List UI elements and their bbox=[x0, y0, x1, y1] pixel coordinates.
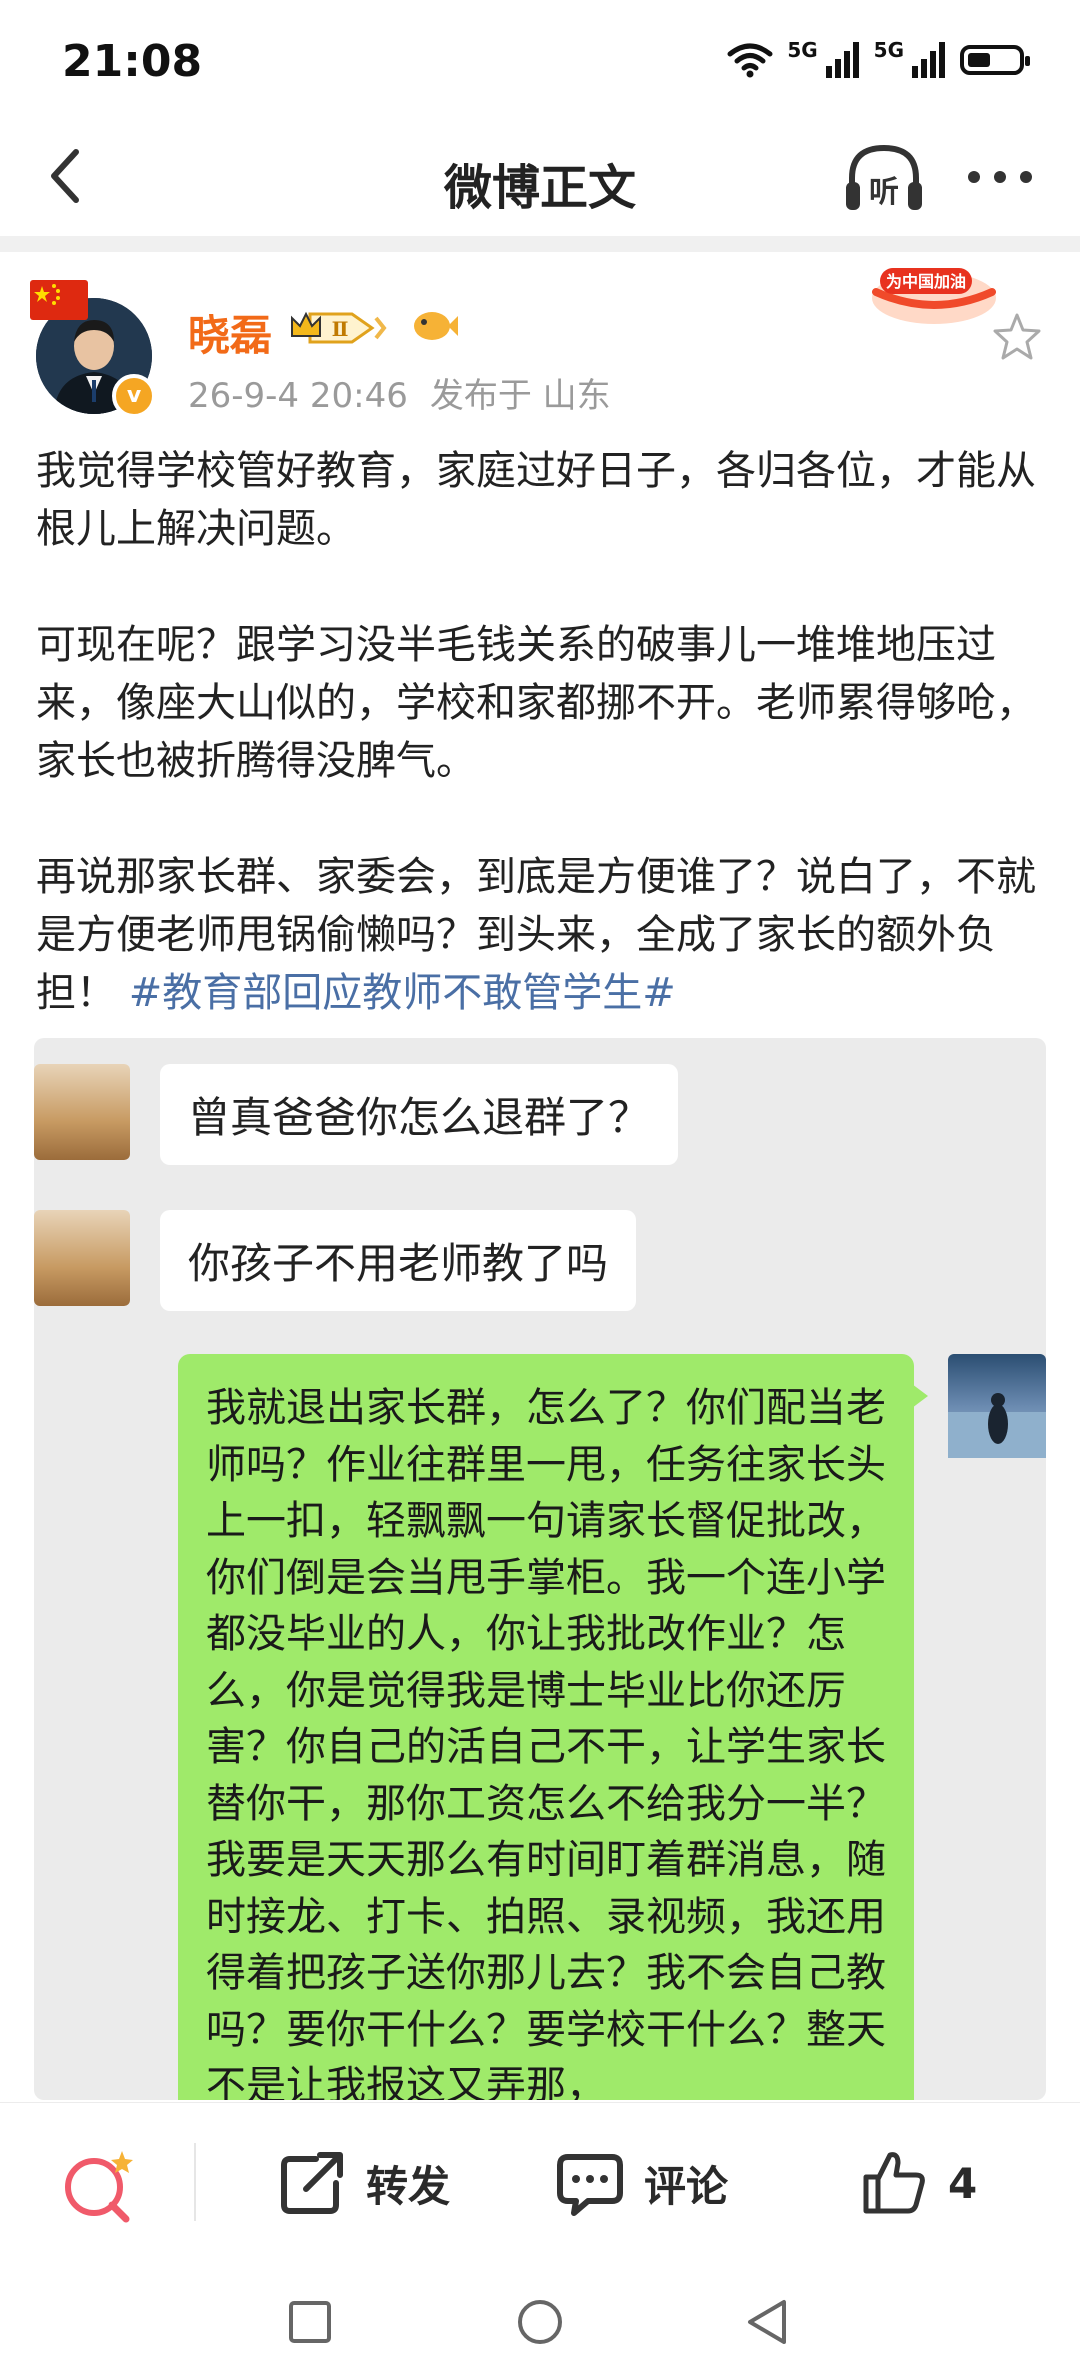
chat-avatar-left bbox=[34, 1064, 130, 1160]
nav-bar: 微博正文 听 bbox=[0, 120, 1080, 232]
comment-icon bbox=[557, 2154, 623, 2216]
battery-icon bbox=[960, 45, 1030, 75]
star-icon[interactable] bbox=[990, 310, 1044, 364]
post-paragraph: 可现在呢？跟学习没半毛钱关系的破事儿一堆堆地压过来，像座大山似的，学校和家都挪不… bbox=[36, 622, 1036, 784]
headphones-icon[interactable]: 听 bbox=[842, 140, 926, 216]
status-time: 21:08 bbox=[62, 36, 203, 87]
post-meta: 26-9-4 20:46 发布于 山东 bbox=[188, 368, 611, 417]
fish-icon[interactable] bbox=[408, 304, 458, 348]
level-label: Ⅱ bbox=[332, 317, 349, 341]
post-body: 我觉得学校管好教育，家庭过好日子，各归各位，才能从根儿上解决问题。 可现在呢？跟… bbox=[36, 442, 1046, 1022]
post-paragraph: 再说那家长群、家委会，到底是方便谁了？说白了，不就是方便老师甩锅偷懒吗？到头来，… bbox=[36, 848, 1046, 1022]
status-icons: 5G 5G bbox=[727, 38, 1030, 82]
battery-fill bbox=[968, 53, 990, 67]
chat-bubble-left: 你孩子不用老师教了吗 bbox=[160, 1210, 637, 1311]
discover-icon[interactable] bbox=[56, 2143, 146, 2229]
crown-level-icon[interactable]: Ⅱ bbox=[288, 306, 398, 350]
network-label-1: 5G bbox=[787, 38, 818, 62]
circle-icon[interactable] bbox=[516, 2298, 564, 2346]
chat-avatar-left bbox=[34, 1210, 130, 1306]
like-button[interactable]: 4 bbox=[858, 2147, 977, 2219]
triangle-back-icon[interactable] bbox=[744, 2298, 792, 2346]
repost-button[interactable]: 转发 bbox=[276, 2147, 450, 2219]
section-divider bbox=[0, 236, 1080, 252]
post-paragraph: 我觉得学校管好教育，家庭过好日子，各归各位，才能从根儿上解决问题。 bbox=[36, 448, 1036, 552]
chat-bubble-left: 曾真爸爸你怎么退群了？ bbox=[160, 1064, 679, 1165]
like-icon bbox=[863, 2152, 925, 2214]
comment-label: 评论 bbox=[644, 2161, 729, 2211]
repost-icon bbox=[281, 2152, 343, 2214]
promo-badge[interactable]: 为中国加油 bbox=[866, 262, 1002, 330]
author-name[interactable]: 晓磊 bbox=[188, 302, 272, 363]
chat-bubble-right: 我就退出家长群，怎么了？你们配当老师吗？作业往群里一甩，任务往家长头上一扣，轻飘… bbox=[178, 1354, 928, 2100]
signal-icon bbox=[912, 42, 945, 78]
hashtag-link[interactable]: #教育部回应教师不敢管学生# bbox=[129, 970, 676, 1016]
chat-avatar-right bbox=[948, 1354, 1046, 1458]
bar-divider bbox=[194, 2143, 196, 2221]
comment-button[interactable]: 评论 bbox=[554, 2147, 728, 2219]
flag-icon bbox=[30, 280, 88, 320]
post-location: 发布于 山东 bbox=[429, 376, 611, 416]
post-timestamp: 26-9-4 20:46 bbox=[188, 376, 408, 416]
more-icon[interactable] bbox=[960, 152, 1040, 202]
chat-screenshot-image[interactable]: 曾真爸爸你怎么退群了？ 你孩子不用老师教了吗 我就退出家长群，怎么了？你们配当老… bbox=[34, 1038, 1046, 2100]
status-bar: 21:08 5G 5G bbox=[0, 0, 1080, 120]
listen-label: 听 bbox=[869, 175, 899, 210]
action-bar: 转发 评论 4 bbox=[0, 2102, 1080, 2265]
system-nav-bar bbox=[0, 2264, 1080, 2376]
square-icon[interactable] bbox=[286, 2298, 334, 2346]
repost-label: 转发 bbox=[366, 2161, 451, 2211]
signal-icon bbox=[825, 42, 859, 78]
verified-badge: v bbox=[112, 374, 156, 418]
wifi-icon bbox=[727, 43, 773, 78]
network-label-2: 5G bbox=[873, 38, 904, 62]
like-count: 4 bbox=[948, 2158, 978, 2208]
promo-badge-label: 为中国加油 bbox=[886, 272, 966, 291]
